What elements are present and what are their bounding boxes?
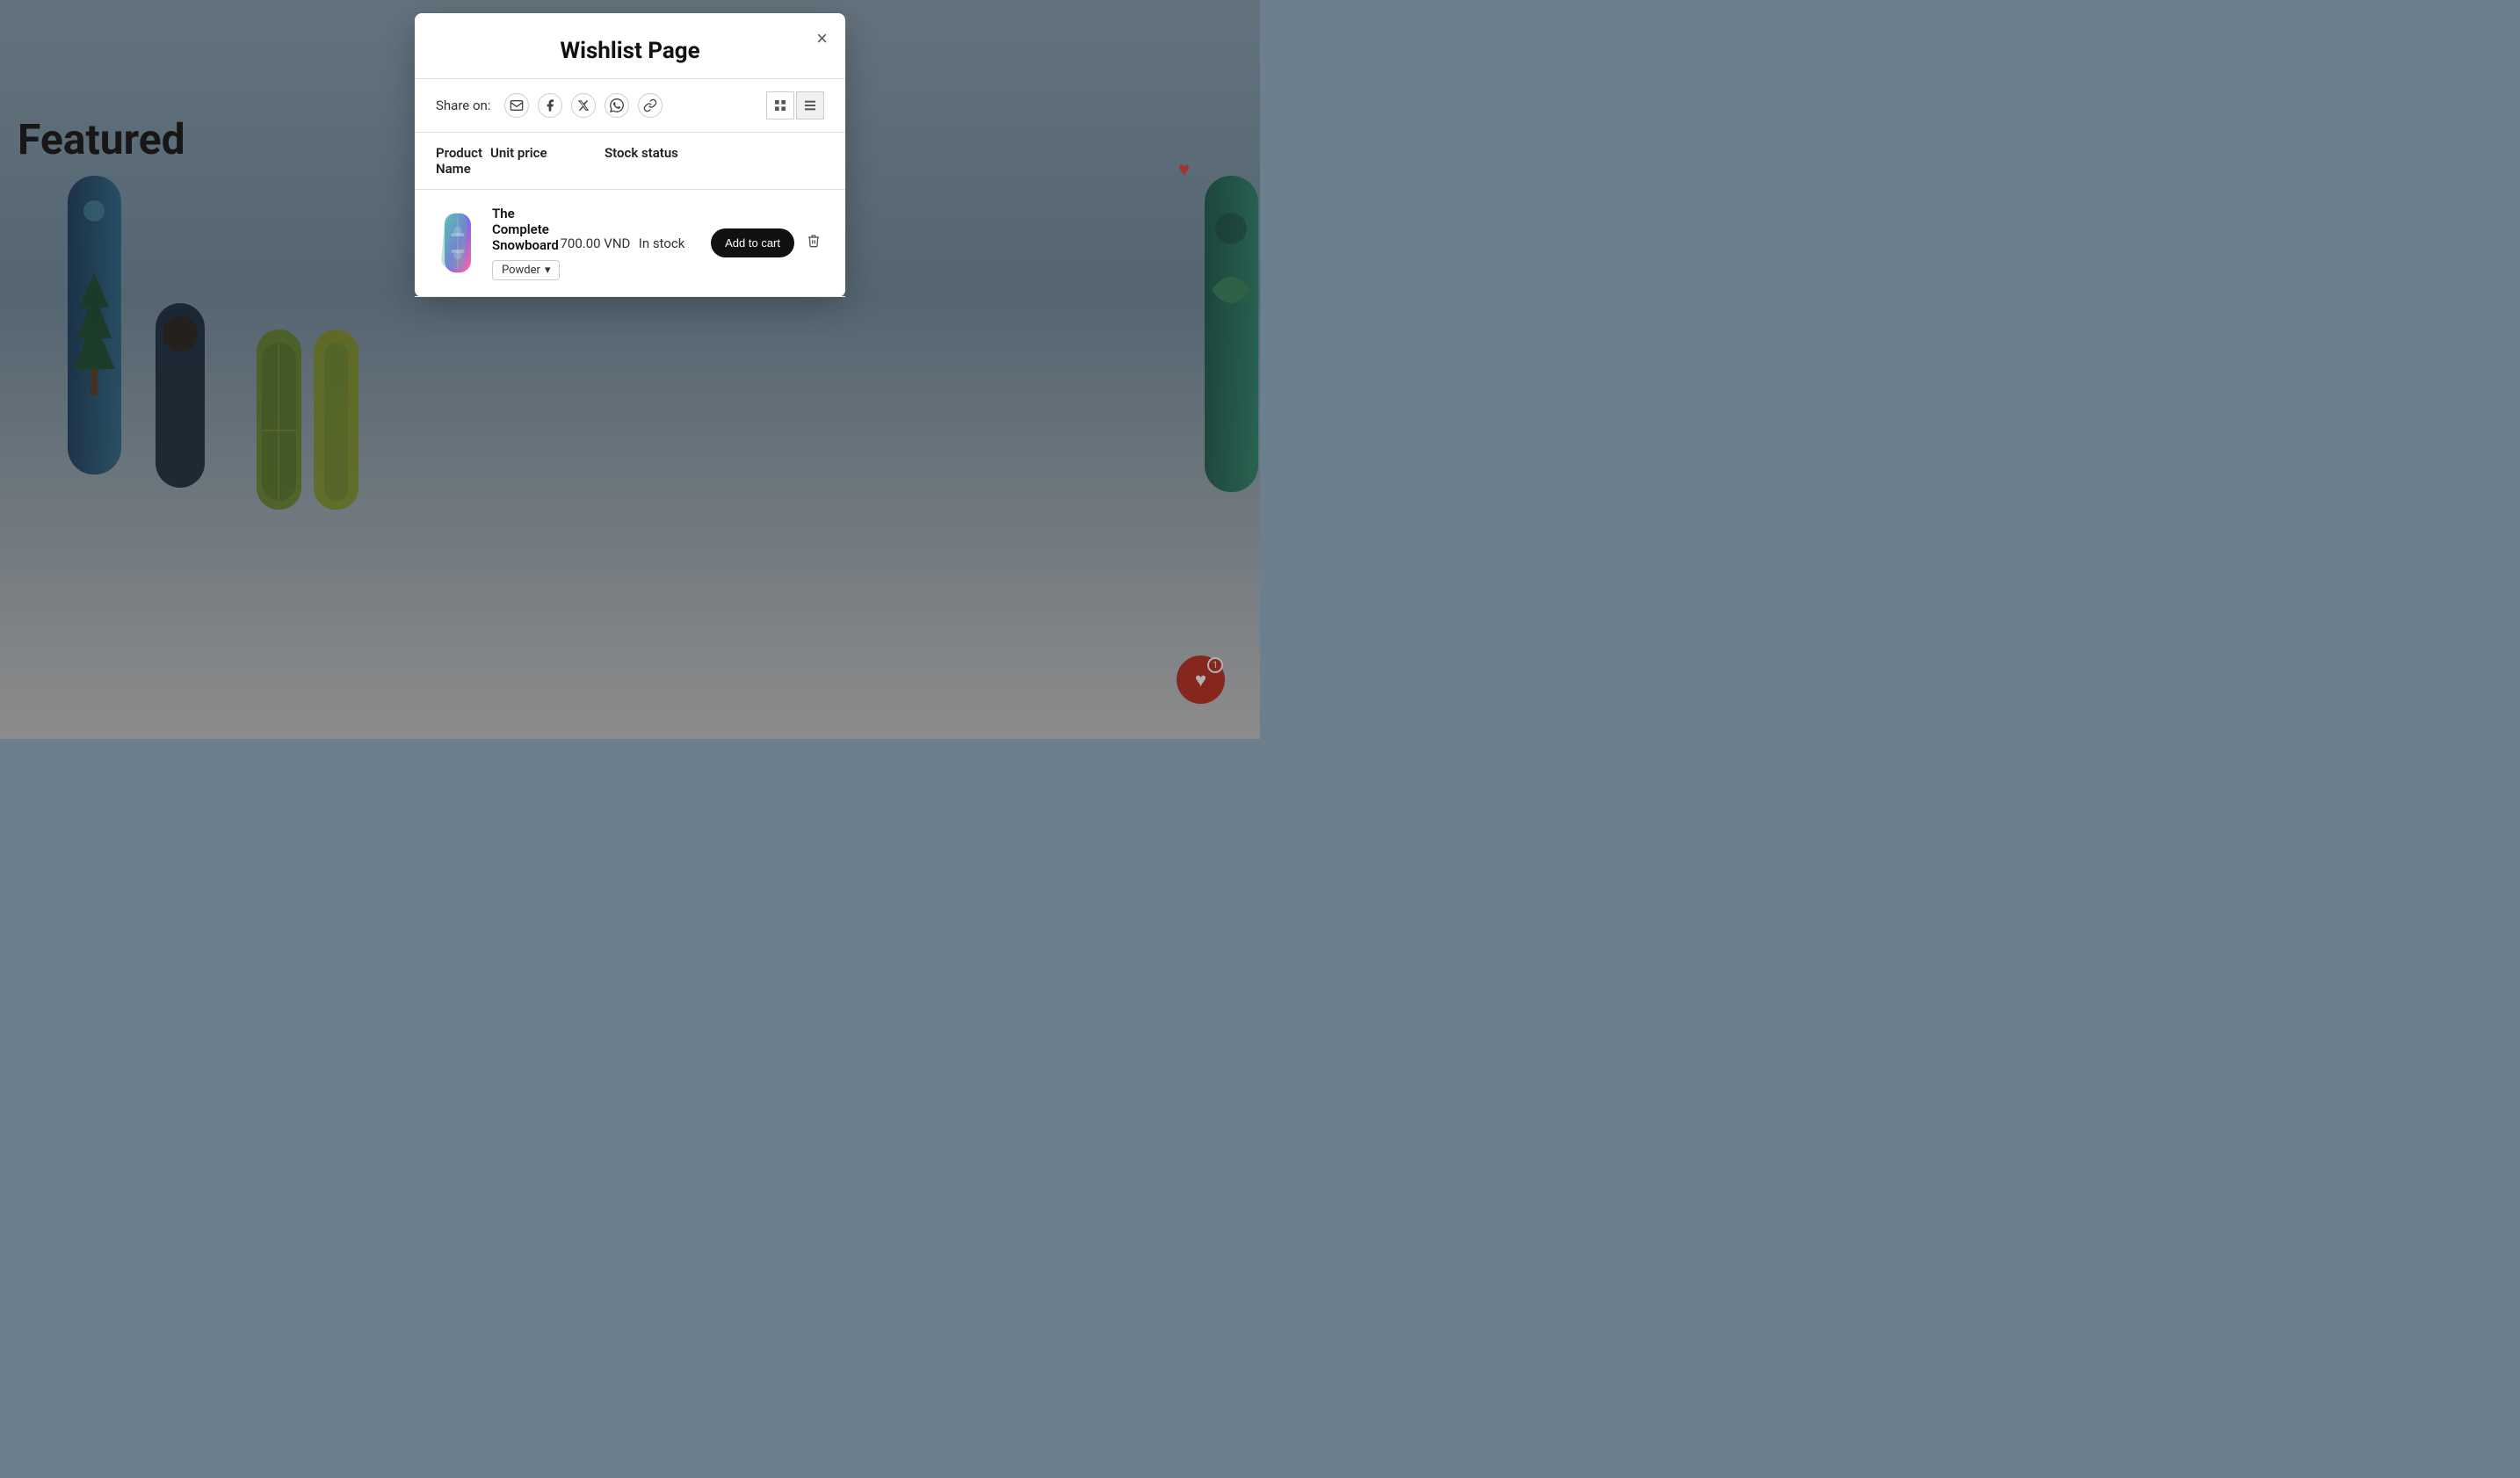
- table-header: Product Name Unit price Stock status: [415, 133, 845, 190]
- col-header-actions: [710, 145, 824, 177]
- twitter-share-icon[interactable]: [571, 93, 596, 118]
- chevron-down-icon: ▾: [545, 264, 551, 277]
- modal-overlay: Wishlist Page × Share on:: [0, 0, 1260, 739]
- list-view-button[interactable]: [796, 91, 824, 120]
- modal-title: Wishlist Page: [441, 38, 819, 64]
- product-price: 700.00 VND: [560, 235, 638, 251]
- product-variant-selector[interactable]: Powder ▾: [492, 260, 560, 280]
- col-header-price: Unit price: [490, 145, 605, 177]
- product-col: The Complete Snowboard Powder ▾: [436, 206, 560, 280]
- share-icons: [504, 93, 756, 118]
- grid-view-button[interactable]: [766, 91, 794, 120]
- col-header-product: Product Name: [436, 145, 490, 177]
- share-row: Share on:: [415, 79, 845, 133]
- share-label: Share on:: [436, 98, 490, 113]
- link-share-icon[interactable]: [638, 93, 663, 118]
- table-row: The Complete Snowboard Powder ▾ 700.00 V…: [415, 190, 845, 297]
- product-thumbnail: [440, 210, 475, 276]
- wishlist-modal: Wishlist Page × Share on:: [415, 13, 845, 297]
- variant-label: Powder: [502, 264, 540, 277]
- facebook-share-icon[interactable]: [538, 93, 562, 118]
- modal-header: Wishlist Page ×: [415, 13, 845, 79]
- col-header-stock: Stock status: [605, 145, 710, 177]
- product-actions: Add to cart: [711, 228, 824, 257]
- product-name: The Complete Snowboard: [492, 206, 560, 253]
- view-toggle: [766, 91, 824, 120]
- product-image: [436, 210, 480, 276]
- wishlist-table: The Complete Snowboard Powder ▾ 700.00 V…: [415, 190, 845, 297]
- email-share-icon[interactable]: [504, 93, 529, 118]
- product-info: The Complete Snowboard Powder ▾: [492, 206, 560, 280]
- delete-item-button[interactable]: [803, 230, 824, 256]
- whatsapp-share-icon[interactable]: [605, 93, 629, 118]
- add-to-cart-button[interactable]: Add to cart: [711, 228, 794, 257]
- product-stock: In stock: [639, 235, 711, 251]
- close-button[interactable]: ×: [816, 29, 828, 48]
